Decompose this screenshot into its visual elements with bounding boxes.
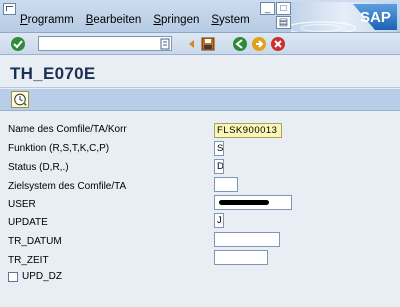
menu-bearbeiten[interactable]: Bearbeiten [86, 14, 142, 26]
command-history-icon[interactable] [160, 38, 170, 50]
input-comfile-name[interactable]: FLSK900013 [214, 123, 282, 138]
input-status[interactable]: D [214, 159, 224, 174]
selection-form: Name des Comfile/TA/Korr FLSK900013 Funk… [0, 112, 400, 307]
command-field[interactable] [38, 36, 172, 51]
system-menu-icon[interactable] [3, 3, 16, 15]
page-title: TH_E070E [10, 64, 96, 83]
input-funktion[interactable]: S [214, 141, 224, 156]
input-user[interactable] [214, 195, 292, 210]
sap-logo: SAP [291, 2, 397, 32]
label-upd-dz: UPD_DZ [22, 271, 63, 282]
label-tr-datum: TR_DATUM [8, 236, 62, 247]
previous-icon[interactable] [232, 36, 248, 52]
exit-icon[interactable] [251, 36, 267, 52]
label-comfile-name: Name des Comfile/TA/Korr [8, 124, 127, 135]
application-toolbar [0, 89, 400, 111]
menu-programm[interactable]: Programm [20, 14, 74, 26]
title-bar: TH_E070E [0, 56, 400, 88]
input-tr-zeit[interactable] [214, 250, 268, 265]
label-funktion: Funktion (R,S,T,K,C,P) [8, 143, 110, 154]
menu-system[interactable]: System [211, 14, 249, 26]
label-update: UPDATE [8, 217, 48, 228]
minimize-icon[interactable]: _ [260, 2, 275, 15]
input-zielsystem[interactable] [214, 177, 238, 192]
label-status: Status (D,R,.) [8, 162, 69, 173]
label-tr-zeit: TR_ZEIT [8, 255, 49, 266]
customize-layout-icon[interactable]: ▤ [276, 16, 291, 29]
back-arrow-icon[interactable] [184, 36, 200, 52]
standard-toolbar [0, 33, 400, 55]
execute-icon[interactable] [11, 91, 29, 108]
svg-text:SAP: SAP [360, 9, 391, 26]
checkbox-upd-dz[interactable] [8, 272, 18, 282]
menu-bar: Programm Bearbeiten Springen System _ ▤ … [0, 0, 400, 33]
redacted-user-mark [219, 200, 269, 205]
save-icon[interactable] [200, 36, 216, 52]
input-update[interactable]: J [214, 213, 224, 228]
maximize-icon[interactable]: □ [276, 2, 291, 15]
label-zielsystem: Zielsystem des Comfile/TA [8, 181, 127, 192]
enter-check-icon[interactable] [10, 36, 26, 52]
menu-items: Programm Bearbeiten Springen System [20, 14, 250, 26]
menu-springen[interactable]: Springen [153, 14, 199, 26]
label-user: USER [8, 199, 36, 210]
cancel-icon[interactable] [270, 36, 286, 52]
input-tr-datum[interactable] [214, 232, 280, 247]
